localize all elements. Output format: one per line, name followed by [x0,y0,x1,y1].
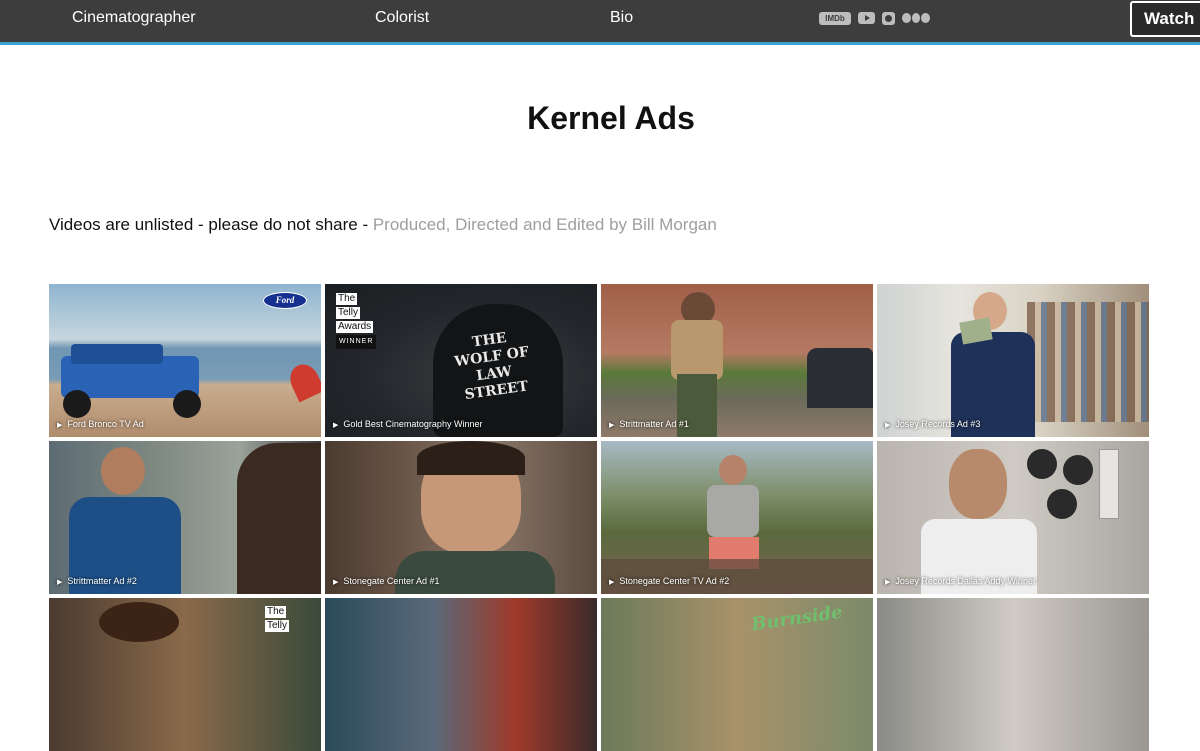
video-grid: Ford ▶ Ford Bronco TV Ad THE WOLF OF LAW … [49,284,1150,751]
top-navigation-bar: Cinematographer Colorist Bio IMDb Watch [0,0,1200,42]
youtube-icon[interactable] [858,12,875,24]
video-caption: ▶ Gold Best Cinematography Winner [333,419,483,429]
video-tile[interactable]: Burnside [601,598,873,751]
notice-text: Videos are unlisted - please do not shar… [49,215,373,234]
play-icon: ▶ [609,422,615,429]
play-icon: ▶ [333,422,339,429]
imdb-icon[interactable]: IMDb [819,11,851,25]
video-tile[interactable]: ▶ Josey Records Ad #3 [877,284,1149,437]
credit-text: Produced, Directed and Edited by Bill Mo… [372,215,717,234]
video-caption: ▶ Josey Records Dallas Addy Winner [885,576,1036,586]
video-caption: ▶ Strittmatter Ad #1 [609,419,689,429]
video-caption: ▶ Stonegate Center Ad #1 [333,576,440,586]
play-icon: ▶ [885,579,891,586]
video-tile[interactable]: The Telly [49,598,321,751]
hoodie-text: THE WOLF OF LAW STREET [453,329,530,404]
video-tile[interactable]: THE WOLF OF LAW STREET The Telly Awards … [325,284,597,437]
video-caption: ▶ Josey Records Ad #3 [885,419,981,429]
social-links: IMDb [819,11,931,25]
video-tile[interactable] [877,598,1149,751]
video-tile[interactable]: ▶ Stonegate Center TV Ad #2 [601,441,873,594]
instagram-icon[interactable] [882,11,895,25]
store-sign-text: Burnside [749,601,844,636]
video-tile[interactable]: ▶ Strittmatter Ad #1 [601,284,873,437]
watch-button[interactable]: Watch [1130,1,1200,37]
play-icon: ▶ [333,579,339,586]
video-caption: ▶ Ford Bronco TV Ad [57,419,144,429]
ford-logo: Ford [263,292,307,309]
video-caption: ▶ Stonegate Center TV Ad #2 [609,576,730,586]
vimeo-icon[interactable] [902,12,931,24]
telly-award-badge: The Telly Awards WINNER [336,293,382,351]
play-icon: ▶ [57,422,63,429]
video-tile[interactable]: ▶ Stonegate Center Ad #1 [325,441,597,594]
video-tile[interactable]: Ford ▶ Ford Bronco TV Ad [49,284,321,437]
page-title: Kernel Ads [527,100,695,136]
video-tile[interactable] [325,598,597,751]
nav-accent-line [0,42,1200,45]
nav-link-colorist[interactable]: Colorist [375,8,429,28]
play-icon: ▶ [609,579,615,586]
play-icon: ▶ [885,422,891,429]
nav-link-cinematographer[interactable]: Cinematographer [72,8,196,28]
video-tile[interactable]: ▶ Josey Records Dallas Addy Winner [877,441,1149,594]
video-caption: ▶ Strittmatter Ad #2 [57,576,137,586]
page-notice: Videos are unlisted - please do not shar… [49,214,717,236]
play-icon: ▶ [57,579,63,586]
video-tile[interactable]: ▶ Strittmatter Ad #2 [49,441,321,594]
nav-link-bio[interactable]: Bio [610,8,633,28]
